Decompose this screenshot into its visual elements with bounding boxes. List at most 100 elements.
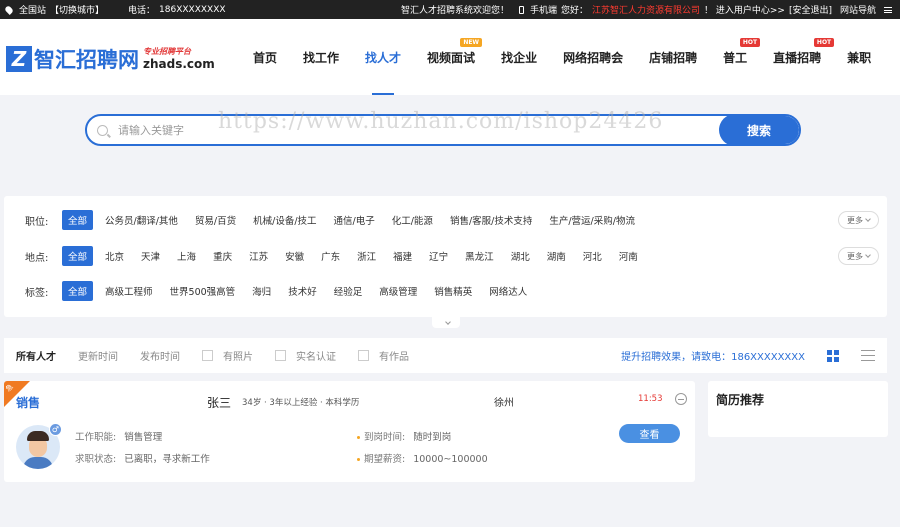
phone-label: 电话： [128, 6, 156, 16]
filter-option[interactable]: 河南 [619, 249, 638, 263]
job-status-value: 已离职，寻求新工作 [124, 454, 210, 465]
candidate-meta: 34岁 · 3年以上经验 · 本科学历 [242, 398, 360, 408]
filter-option[interactable]: 技术好 [288, 284, 317, 298]
sort-bar: 所有人才 更新时间 发布时间 有照片 实名认证 有作品 提升招聘效果，请致电：1… [4, 338, 887, 373]
chevron-down-icon [865, 216, 871, 222]
filter-more-button[interactable]: 更多 [838, 211, 879, 229]
grid-view-icon[interactable] [827, 349, 839, 362]
filter-option[interactable]: 销售精英 [434, 284, 472, 298]
nav-item-6[interactable]: 店铺招聘 [636, 19, 710, 95]
arrival-value: 随时到岗 [413, 432, 452, 443]
filter-row-1: 地点: 全部 北京 天津 上海 重庆 江苏 安徽 广东 浙江 福建 辽宁 黑龙江 湖北 湖南 河北 河南 更多 [4, 246, 887, 266]
filter-option[interactable]: 全部 [62, 210, 94, 230]
filter-row-label: 职位: [25, 216, 49, 228]
nav-item-1[interactable]: 找工作 [290, 19, 352, 95]
search-button[interactable]: 搜索 [719, 116, 799, 144]
resume-recommend-panel: 简历推荐 [708, 381, 888, 437]
verified-checkbox[interactable] [275, 350, 286, 361]
filter-option[interactable]: 上海 [177, 249, 196, 263]
filter-option[interactable]: 公务员/翻译/其他 [105, 213, 178, 227]
filter-option[interactable]: 机械/设备/技工 [253, 213, 316, 227]
has-works-checkbox[interactable] [358, 350, 369, 361]
filter-option[interactable]: 全部 [62, 246, 94, 266]
filter-option[interactable]: 经验足 [334, 284, 363, 298]
nav-item-8[interactable]: 直播招聘 HOT [760, 19, 835, 95]
filter-option[interactable]: 通信/电子 [334, 213, 375, 227]
filter-option[interactable]: 世界500强高管 [170, 284, 236, 298]
resume-job-title[interactable]: 销售 [16, 394, 40, 411]
mobile-phone-icon [518, 5, 524, 14]
filter-option[interactable]: 海归 [252, 284, 271, 298]
collapse-filters-button[interactable] [432, 317, 460, 328]
filter-option[interactable]: 江苏 [249, 249, 268, 263]
search-input[interactable] [108, 116, 719, 144]
welcome-text: 智汇人才招聘系统欢迎您！ [400, 6, 509, 16]
nav-item-9[interactable]: 兼职 [834, 19, 884, 95]
filter-option[interactable]: 天津 [141, 249, 160, 263]
filter-option[interactable]: 重庆 [213, 249, 232, 263]
sort-publish-time[interactable]: 发布时间 [140, 348, 180, 363]
filter-option[interactable]: 浙江 [357, 249, 376, 263]
filter-option[interactable]: 北京 [105, 249, 124, 263]
switch-city-link[interactable]: 【切换城市】 [50, 3, 104, 16]
sort-all-talent[interactable]: 所有人才 [16, 348, 56, 363]
candidate-name[interactable]: 张三 [207, 394, 231, 411]
has-works-filter[interactable]: 有作品 [358, 348, 409, 363]
nav-item-5[interactable]: 网络招聘会 [550, 19, 636, 95]
has-works-label: 有作品 [379, 352, 409, 363]
filter-option[interactable]: 化工/能源 [392, 213, 433, 227]
filter-more-button[interactable]: 更多 [838, 247, 879, 265]
menu-icon[interactable] [884, 6, 892, 13]
verified-filter[interactable]: 实名认证 [275, 348, 336, 363]
filter-option[interactable]: 福建 [393, 249, 412, 263]
list-view-icon[interactable] [861, 350, 875, 361]
filter-option[interactable]: 贸易/百货 [195, 213, 236, 227]
salary-value: 10000~100000 [413, 454, 488, 465]
nav-item-2[interactable]: 找人才 [352, 19, 414, 95]
view-resume-button[interactable]: 查看 [619, 424, 680, 443]
nav-item-label: 首页 [253, 50, 278, 65]
has-photo-checkbox[interactable] [202, 350, 213, 361]
filter-option[interactable]: 高级管理 [379, 284, 417, 298]
user-center-link[interactable]: ！ 进入用户中心>> [704, 3, 785, 16]
filter-option[interactable]: 河北 [583, 249, 602, 263]
sort-update-time[interactable]: 更新时间 [78, 348, 118, 363]
job-function-label: 工作职能: [75, 432, 117, 443]
filter-option[interactable]: 辽宁 [429, 249, 448, 263]
current-site: 全国站 [19, 6, 47, 16]
nav-item-4[interactable]: 找企业 [488, 19, 550, 95]
filter-option[interactable]: 广东 [321, 249, 340, 263]
mobile-link[interactable]: 手机端 [530, 3, 557, 16]
resume-recommend-title: 简历推荐 [716, 393, 765, 407]
nav-item-3[interactable]: 视频面试 NEW [414, 19, 488, 95]
arrival-info: 到岗时间: 随时到岗 [357, 429, 451, 443]
filter-row-label: 地点: [25, 252, 49, 264]
nav-item-7[interactable]: 普工 HOT [710, 19, 761, 95]
logout-link[interactable]: [安全退出] [789, 3, 832, 16]
nav-item-label: 直播招聘 [773, 50, 822, 65]
filter-option[interactable]: 生产/营运/采购/物流 [549, 213, 635, 227]
filter-row-label: 标签: [25, 287, 49, 299]
logo-mark: Z [6, 46, 32, 72]
filter-option[interactable]: 销售/客服/技术支持 [450, 213, 532, 227]
hot-badge: HOT [813, 38, 835, 47]
search-icon [97, 124, 108, 136]
company-name[interactable]: 江苏智汇人力资源有限公司 [592, 3, 700, 16]
has-photo-label: 有照片 [223, 352, 253, 363]
filter-option[interactable]: 全部 [62, 281, 94, 301]
resume-card[interactable]: 急 销售 张三 34岁 · 3年以上经验 · 本科学历 徐州 11:53 ♂ 工… [4, 381, 695, 482]
filter-option[interactable]: 湖南 [547, 249, 566, 263]
site-nav-link[interactable]: 网站导航 [840, 3, 876, 16]
filter-option[interactable]: 安徽 [285, 249, 304, 263]
filter-option[interactable]: 湖北 [511, 249, 530, 263]
filter-option[interactable]: 网络达人 [489, 284, 527, 298]
nav-item-label: 兼职 [847, 50, 872, 65]
dismiss-icon[interactable] [675, 393, 687, 405]
site-logo[interactable]: Z 智汇招聘网 专业招聘平台 zhads.com [6, 44, 215, 74]
filter-option[interactable]: 高级工程师 [105, 284, 153, 298]
has-photo-filter[interactable]: 有照片 [202, 348, 253, 363]
nav-item-0[interactable]: 首页 [240, 19, 290, 95]
filter-option[interactable]: 黑龙江 [465, 249, 494, 263]
job-function-value: 销售管理 [124, 432, 163, 443]
filter-panel: 职位: 全部 公务员/翻译/其他 贸易/百货 机械/设备/技工 通信/电子 化工/能源 销售/… [4, 196, 887, 317]
